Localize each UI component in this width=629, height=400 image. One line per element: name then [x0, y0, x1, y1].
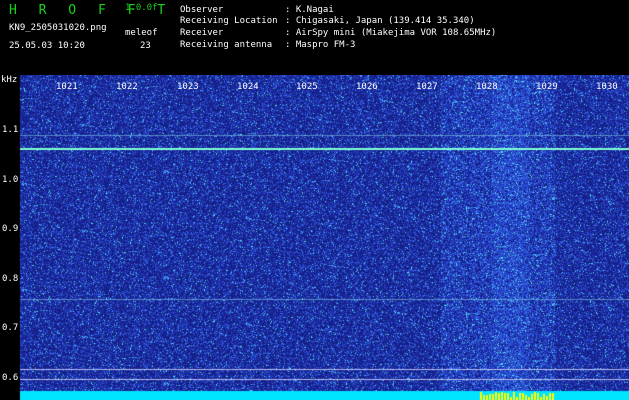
y-axis-unit: kHz [1, 75, 18, 85]
y-tick-label: 0.7 [2, 323, 19, 333]
spectrogram-canvas[interactable] [0, 75, 629, 400]
x-tick-label: 1022 [116, 82, 138, 92]
x-tick-label: 1029 [536, 82, 558, 92]
x-tick-label: 1026 [356, 82, 378, 92]
x-tick-label: 1025 [296, 82, 318, 92]
version-label: 1.0.0f [125, 3, 158, 13]
observer-label: Observer [180, 5, 224, 15]
x-tick-label: 1023 [177, 82, 199, 92]
antenna-value: : Maspro FM-3 [285, 40, 356, 50]
y-tick-label: 0.6 [2, 373, 19, 383]
header-panel: H R O F F T 1.0.0f KN9_2505031020.png 25… [0, 0, 629, 75]
filename-label: KN9_2505031020.png [9, 23, 107, 33]
x-tick-label: 1021 [56, 82, 78, 92]
y-tick-label: 0.8 [2, 274, 19, 284]
y-tick-label: 1.1 [2, 125, 19, 135]
receiver-label: Receiver [180, 28, 224, 38]
mode-label: meleof [125, 28, 158, 38]
location-value: : Chigasaki, Japan (139.414 35.340) [285, 16, 475, 26]
y-tick-label: 0.9 [2, 224, 19, 234]
location-label: Receiving Location [180, 16, 278, 26]
mode-value: 23 [140, 41, 151, 51]
antenna-label: Receiving antenna [180, 40, 273, 50]
observer-value: : K.Nagai [285, 5, 334, 15]
x-tick-label: 1030 [596, 82, 618, 92]
x-tick-label: 1027 [416, 82, 438, 92]
datetime-label: 25.05.03 10:20 [9, 41, 85, 51]
x-tick-label: 1024 [237, 82, 259, 92]
y-tick-label: 1.0 [2, 175, 19, 185]
receiver-value: : AirSpy mini (Miakejima VOR 108.65MHz) [285, 28, 497, 38]
x-tick-label: 1028 [476, 82, 498, 92]
